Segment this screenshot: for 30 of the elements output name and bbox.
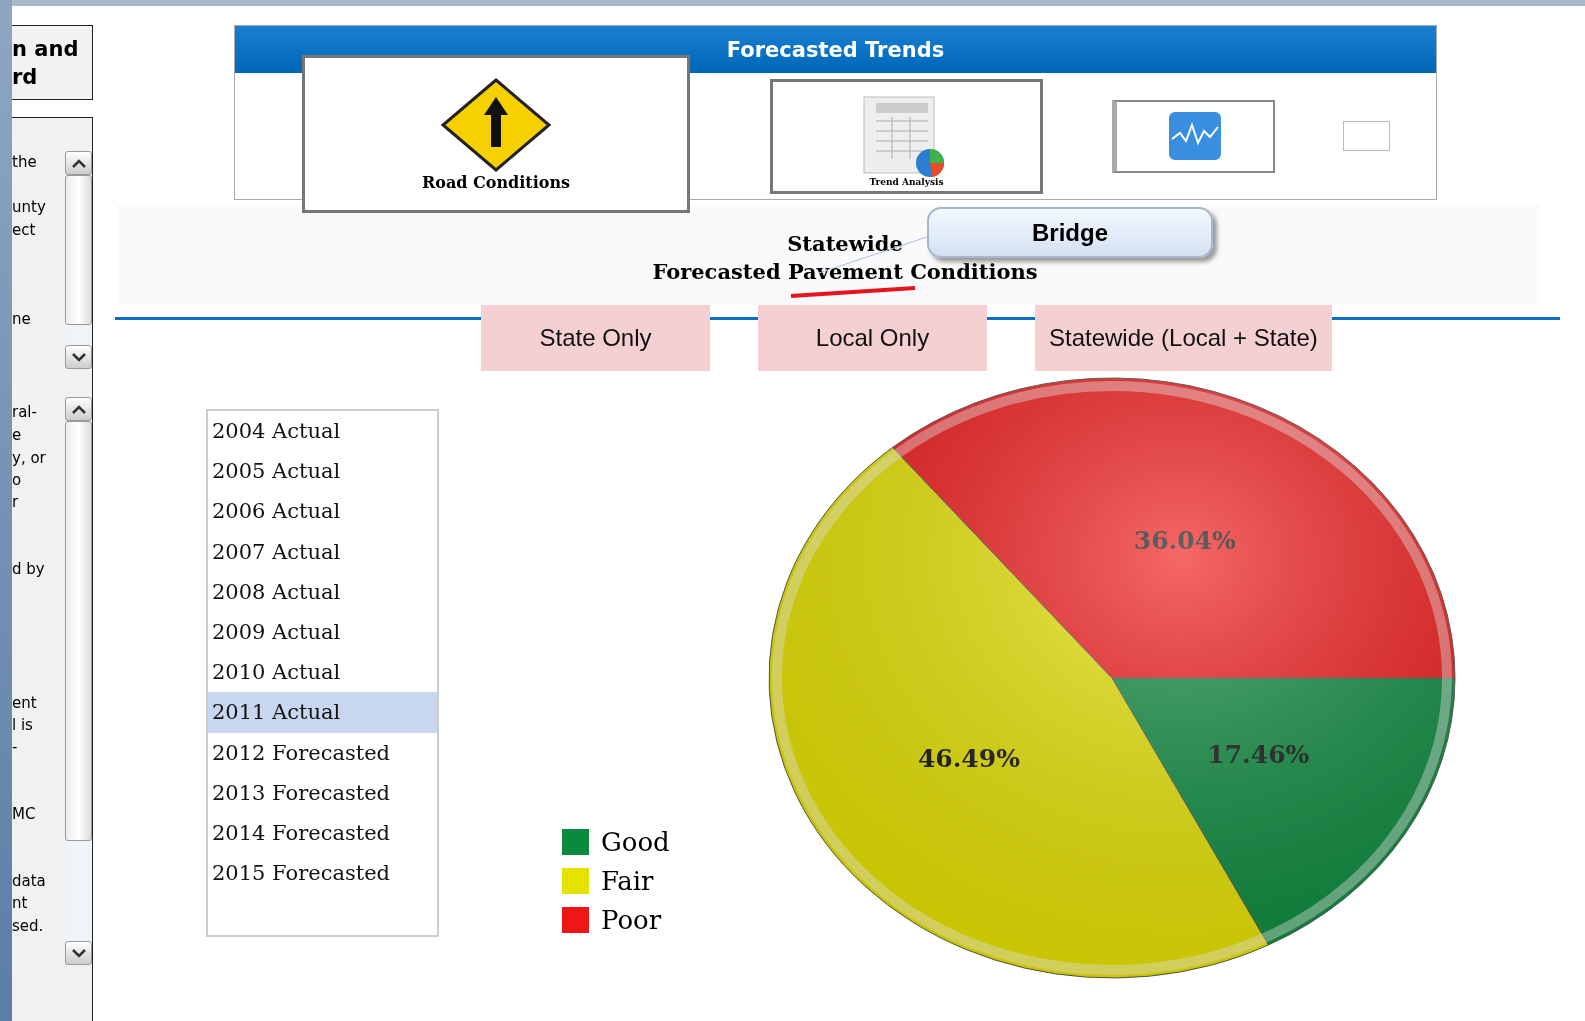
text-fragment: e [12, 425, 23, 446]
text-fragment: ect [12, 220, 37, 241]
slice-value-label: 17.46% [1207, 739, 1310, 769]
text-fragment: o [12, 470, 23, 491]
text-fragment: ne [12, 309, 32, 330]
text-fragment: unty [12, 197, 47, 218]
text-fragment: ent [12, 693, 38, 714]
text-fragment: l is [12, 715, 34, 736]
heading-text: n and [12, 35, 80, 63]
heading-text: rd [12, 63, 39, 91]
text-fragment: y, or [12, 448, 47, 469]
card-label: Road Conditions [421, 172, 571, 192]
text-fragment: sed. [12, 916, 45, 937]
card-label: Trend Analysis [869, 176, 944, 187]
legend-label: Poor [601, 905, 662, 935]
chart-title: Statewide [787, 230, 903, 258]
legend-label: Fair [601, 866, 654, 896]
text-fragment: data [12, 871, 47, 892]
slice-value-label: 46.49% [917, 744, 1020, 774]
text-fragment: the [12, 152, 38, 173]
text-fragment: nt [12, 893, 29, 914]
text-fragment: r [12, 492, 20, 513]
bridge-callout: Bridge [927, 207, 1213, 258]
slice-value-label: 36.04% [1133, 525, 1236, 555]
text-fragment: ral- [12, 402, 38, 423]
text-fragment: - [12, 737, 19, 758]
text-fragment: d by [12, 559, 46, 580]
text-fragment: MC [12, 804, 37, 825]
legend-label: Good [601, 827, 670, 857]
chart-title: Forecasted Pavement Conditions [652, 258, 1038, 286]
